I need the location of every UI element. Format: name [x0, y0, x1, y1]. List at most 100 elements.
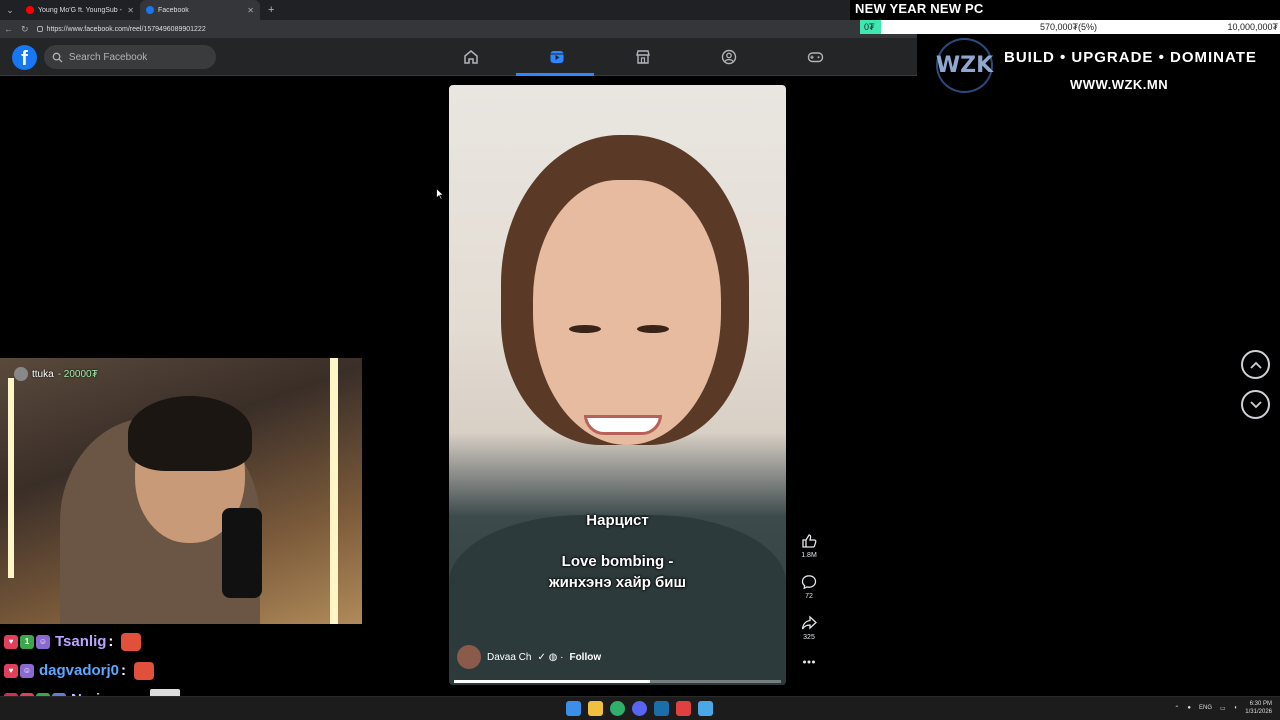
facebook-header: f	[0, 38, 917, 76]
verified-icon: ✓ ◍ ·	[537, 651, 564, 663]
browser-tab-strip: ⌄ Young Mo'G ft. YoungSub - Tugal ✕ Face…	[0, 0, 850, 20]
video-caption-bottom: Love bombing - жинхэнэ хайр биш	[449, 551, 786, 593]
edge-icon[interactable]	[610, 701, 625, 716]
video-frame-eye	[569, 325, 601, 333]
discord-icon[interactable]	[632, 701, 647, 716]
comment-button[interactable]: 72	[796, 574, 822, 600]
nav-gaming[interactable]	[772, 38, 858, 76]
webcam-light	[8, 378, 14, 578]
address-bar[interactable]: https://www.facebook.com/reel/1579496089…	[36, 25, 206, 33]
gaming-icon	[807, 52, 823, 63]
chat-message: ♥ 1 ☺ Tsanlig :	[4, 627, 364, 656]
donation-tag: ttuka - 20000₮	[14, 367, 98, 381]
share-button[interactable]: 325	[796, 615, 822, 641]
search-input[interactable]	[68, 51, 208, 63]
video-frame-face	[533, 180, 721, 445]
emote-icon	[134, 661, 155, 680]
lock-icon	[36, 26, 43, 32]
reload-icon[interactable]: ↻	[21, 24, 29, 35]
avatar	[14, 367, 28, 381]
tab-search-icon[interactable]: ⌄	[0, 0, 20, 20]
tab-facebook[interactable]: Facebook ✕	[140, 0, 260, 20]
reels-icon	[550, 51, 564, 63]
close-icon[interactable]: ✕	[127, 6, 134, 15]
caption-line: Love bombing -	[561, 553, 674, 570]
follow-button[interactable]: Follow	[569, 652, 601, 663]
share-count: 325	[803, 634, 815, 641]
language-indicator[interactable]: ENG	[1199, 705, 1212, 711]
facebook-icon	[146, 6, 154, 14]
heart-badge-icon: ♥	[4, 663, 18, 678]
reel-video[interactable]: Нарцист Love bombing - жинхэнэ хайр биш …	[449, 85, 786, 685]
video-frame-eye	[637, 325, 669, 333]
system-tray: ⌃ ● ENG ▭ ◖ 6:30 PM 1/31/2026	[1174, 700, 1272, 716]
previous-reel-button[interactable]	[1241, 350, 1270, 379]
video-progress-bar[interactable]	[454, 680, 781, 683]
nav-reels[interactable]	[514, 38, 600, 76]
video-progress-fill	[454, 680, 651, 683]
screen: ⌄ Young Mo'G ft. YoungSub - Tugal ✕ Face…	[0, 0, 1280, 720]
like-button[interactable]: 1.8M	[796, 533, 822, 559]
start-icon[interactable]	[566, 701, 581, 716]
microphone-icon[interactable]: ●	[1187, 705, 1191, 711]
goal-start: 0₮	[864, 22, 875, 32]
comment-icon	[801, 575, 817, 590]
more-icon	[803, 660, 815, 664]
heart-badge-icon: ♥	[4, 634, 18, 649]
nav-home[interactable]	[428, 38, 514, 76]
author-name[interactable]: Davaa Ch	[487, 652, 531, 663]
notepad-icon[interactable]	[698, 701, 713, 716]
url-text: https://www.facebook.com/reel/1579496089…	[46, 25, 206, 33]
facebook-logo[interactable]: f	[12, 45, 37, 70]
sponsor-slogan: BUILD • UPGRADE • DOMINATE	[1004, 49, 1257, 66]
donor-name: ttuka	[32, 368, 54, 380]
chevron-up-icon[interactable]: ⌃	[1174, 705, 1179, 712]
chevron-down-icon	[1249, 400, 1262, 408]
clock-time: 6:30 PM	[1249, 701, 1272, 707]
windows-taskbar: ⌃ ● ENG ▭ ◖ 6:30 PM 1/31/2026	[0, 696, 1280, 720]
address-bar-row: ← ↻ https://www.facebook.com/reel/157949…	[0, 20, 917, 38]
sub-badge-icon: ☺	[36, 634, 50, 649]
chevron-up-icon	[1249, 361, 1262, 369]
youtube-icon	[26, 6, 34, 14]
chat-colon: :	[121, 662, 127, 679]
share-icon	[801, 615, 817, 630]
avatar[interactable]	[457, 645, 481, 669]
file-explorer-icon[interactable]	[588, 701, 603, 716]
network-icon[interactable]: ▭	[1220, 705, 1226, 712]
goal-current: 570,000₮(5%)	[1040, 22, 1098, 32]
webcam-microphone	[222, 508, 262, 598]
webcam-light	[330, 358, 338, 624]
close-icon[interactable]: ✕	[247, 6, 254, 15]
clock[interactable]: 6:30 PM 1/31/2026	[1245, 700, 1272, 716]
chat-username: dagvadorj0	[39, 662, 120, 679]
chat-username: Tsanlig	[55, 633, 107, 650]
tab-title: Facebook	[158, 6, 189, 14]
search-icon	[52, 52, 63, 63]
volume-icon[interactable]: ◖	[1234, 705, 1238, 711]
webcam-person-hair	[128, 396, 252, 471]
video-caption-top: Нарцист	[586, 512, 649, 529]
tab-title: Young Mo'G ft. YoungSub - Tugal	[38, 6, 123, 14]
streamer-webcam: ttuka - 20000₮	[0, 358, 362, 624]
tab-youtube[interactable]: Young Mo'G ft. YoungSub - Tugal ✕	[20, 0, 140, 20]
caption-line: жинхэнэ хайр биш	[548, 574, 687, 591]
next-reel-button[interactable]	[1241, 390, 1270, 419]
new-tab-icon[interactable]: +	[260, 4, 282, 16]
emote-icon	[121, 632, 142, 651]
obs-icon[interactable]	[676, 701, 691, 716]
sub-badge-icon: ☺	[20, 663, 34, 678]
more-options-button[interactable]	[796, 657, 822, 667]
like-icon	[802, 534, 817, 548]
back-icon[interactable]: ←	[4, 24, 13, 34]
home-icon	[464, 50, 478, 64]
wzk-logo: WZK	[936, 38, 993, 93]
steam-icon[interactable]	[654, 701, 669, 716]
nav-groups[interactable]	[686, 38, 772, 76]
goal-title: NEW YEAR NEW PC	[855, 1, 984, 16]
chat-message: ♥ ☺ dagvadorj0 :	[4, 656, 364, 685]
clock-date: 1/31/2026	[1245, 709, 1272, 715]
nav-marketplace[interactable]	[600, 38, 686, 76]
search-box[interactable]	[44, 45, 216, 69]
marketplace-icon	[636, 50, 650, 64]
